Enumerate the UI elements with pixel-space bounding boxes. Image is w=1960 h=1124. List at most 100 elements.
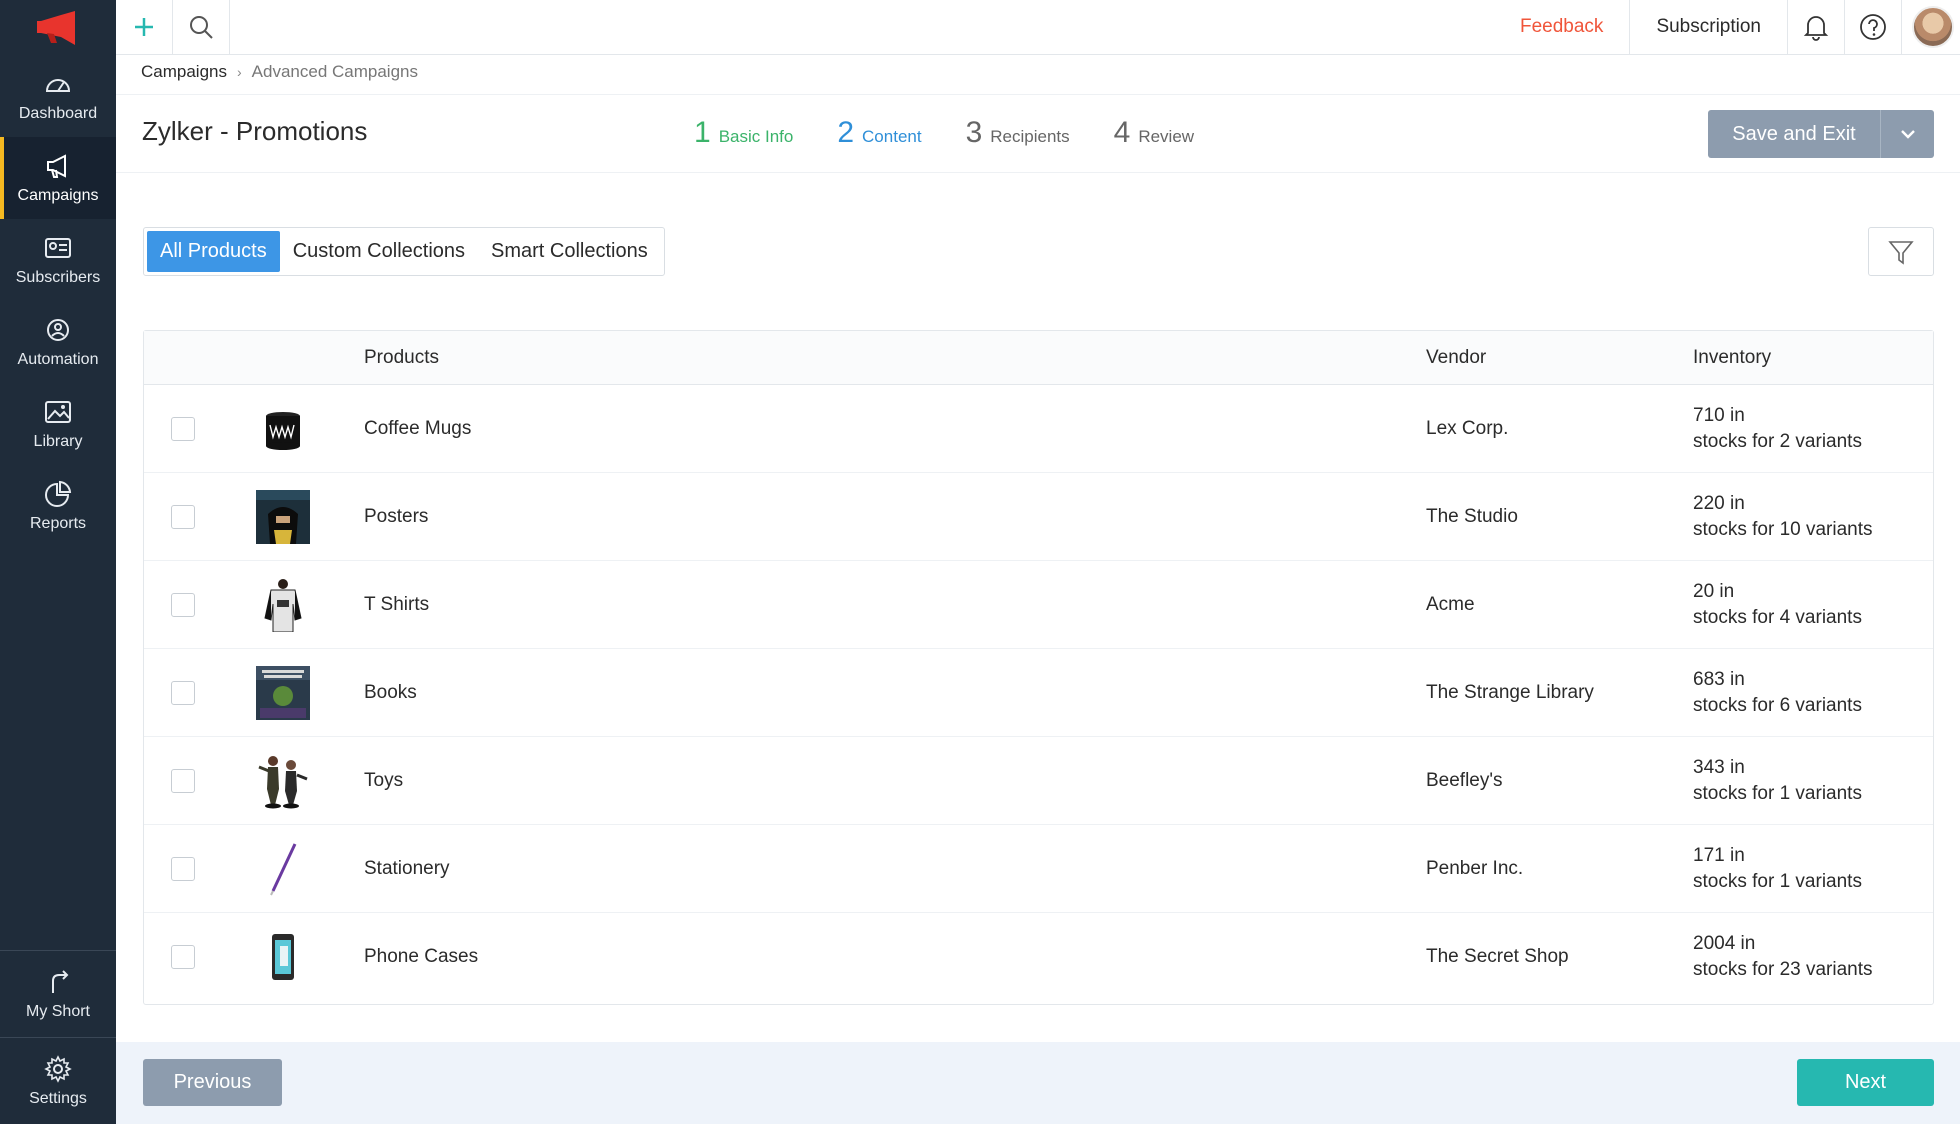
column-header-vendor: Vendor — [1426, 346, 1487, 368]
previous-button[interactable]: Previous — [143, 1059, 282, 1106]
next-button[interactable]: Next — [1797, 1059, 1934, 1106]
contact-card-icon — [45, 238, 71, 258]
check-cell — [144, 768, 209, 793]
sidebar-item-subscribers[interactable]: Subscribers — [0, 219, 116, 301]
column-header-products: Products — [364, 346, 439, 368]
product-name: Posters — [364, 505, 429, 527]
step-recipients[interactable]: 3 Recipients — [966, 116, 1070, 150]
divider — [116, 172, 1960, 173]
step-review[interactable]: 4 Review — [1114, 116, 1194, 150]
sidebar-bottom: My Short Settings — [0, 950, 116, 1124]
inventory-count: 343 in — [1693, 756, 1745, 778]
product-thumbnail-tshirt — [255, 577, 311, 633]
product-name: Books — [364, 681, 417, 703]
products-table: Products Vendor Inventory Coffee Mugs Le… — [143, 330, 1934, 1005]
search-icon — [190, 16, 213, 39]
check-cell — [144, 416, 209, 441]
table-row[interactable]: Posters The Studio 220 in stocks for 10 v… — [144, 473, 1933, 561]
sidebar-item-campaigns[interactable]: Campaigns — [0, 137, 116, 219]
step-basic-info[interactable]: 1 Basic Info — [694, 116, 793, 150]
table-row[interactable]: Phone Cases The Secret Shop 2004 in stock… — [144, 913, 1933, 1001]
row-checkbox[interactable] — [170, 768, 195, 793]
product-thumbnail-book — [255, 665, 311, 721]
breadcrumb-campaigns[interactable]: Campaigns — [141, 62, 227, 82]
inventory-cell: 683 in stocks for 6 variants — [1693, 667, 1933, 719]
tab-all-products[interactable]: All Products — [147, 231, 280, 272]
vendor-name: Lex Corp. — [1426, 417, 1509, 439]
image-cell — [209, 665, 356, 721]
row-checkbox[interactable] — [170, 504, 195, 529]
save-and-exit-button-group: Save and Exit — [1708, 110, 1934, 158]
row-checkbox[interactable] — [170, 856, 195, 881]
check-cell — [144, 592, 209, 617]
inventory-variants: stocks for 23 variants — [1693, 959, 1873, 980]
table-row[interactable]: Books The Strange Library 683 in stocks f… — [144, 649, 1933, 737]
check-cell — [144, 856, 209, 881]
avatar[interactable] — [1912, 6, 1954, 48]
save-options-dropdown[interactable] — [1880, 110, 1934, 158]
step-label: Basic Info — [718, 127, 794, 146]
save-and-exit-button[interactable]: Save and Exit — [1708, 110, 1880, 158]
step-label: Review — [1138, 127, 1195, 146]
step-content[interactable]: 2 Content — [837, 116, 921, 150]
row-checkbox[interactable] — [170, 945, 195, 969]
megaphone-icon — [47, 154, 66, 178]
inventory-variants: stocks for 1 variants — [1693, 782, 1862, 804]
filter-button[interactable] — [1868, 227, 1934, 276]
inventory-cell: 710 in stocks for 2 variants — [1693, 403, 1933, 455]
step-number: 3 — [965, 116, 983, 149]
plus-icon — [135, 18, 153, 36]
sidebar-item-reports[interactable]: Reports — [0, 465, 116, 547]
automation-icon — [47, 319, 69, 341]
check-cell — [144, 680, 209, 705]
column-header-inventory: Inventory — [1693, 346, 1772, 368]
sidebar: Dashboard Campaigns Subscribers Automati… — [0, 0, 116, 1124]
tab-custom-collections[interactable]: Custom Collections — [280, 231, 478, 272]
row-checkbox[interactable] — [170, 680, 195, 705]
inventory-variants: stocks for 4 variants — [1693, 606, 1862, 628]
sidebar-item-my-short[interactable]: My Short — [0, 951, 116, 1037]
inventory-variants: stocks for 10 variants — [1693, 518, 1873, 540]
pie-chart-icon — [45, 480, 72, 507]
shortcut-icon — [52, 970, 69, 993]
collection-tabs: All Products Custom Collections Smart Co… — [143, 227, 665, 276]
table-row[interactable]: Stationery Penber Inc. 171 in stocks for … — [144, 825, 1933, 913]
table-row[interactable]: Coffee Mugs Lex Corp. 710 in stocks for 2… — [144, 385, 1933, 473]
product-name: Coffee Mugs — [364, 417, 472, 439]
vendor-name: Penber Inc. — [1426, 857, 1524, 879]
sidebar-item-settings[interactable]: Settings — [0, 1038, 116, 1124]
table-row[interactable]: T Shirts Acme 20 in stocks for 4 variants — [144, 561, 1933, 649]
sidebar-item-label: Subscribers — [15, 269, 101, 286]
image-cell — [209, 841, 356, 897]
sidebar-item-automation[interactable]: Automation — [0, 301, 116, 383]
feedback-link[interactable]: Feedback — [1494, 0, 1631, 55]
vendor-name: The Studio — [1426, 505, 1518, 527]
vendor-name: The Secret Shop — [1426, 946, 1569, 967]
step-label: Recipients — [990, 127, 1070, 146]
check-cell — [144, 504, 209, 529]
check-cell — [144, 945, 209, 969]
chevron-right-icon: › — [237, 64, 242, 80]
help-button[interactable] — [1845, 0, 1902, 55]
inventory-count: 710 in — [1693, 404, 1745, 426]
breadcrumb-current: Advanced Campaigns — [251, 62, 418, 81]
product-thumbnail-phone-case — [255, 929, 311, 985]
sidebar-item-label: Reports — [29, 515, 87, 532]
product-thumbnail-pen — [255, 841, 311, 897]
inventory-cell: 171 in stocks for 1 variants — [1693, 843, 1933, 895]
row-checkbox[interactable] — [170, 416, 195, 441]
subscription-link[interactable]: Subscription — [1630, 0, 1788, 55]
sidebar-item-library[interactable]: Library — [0, 383, 116, 465]
add-button[interactable] — [116, 0, 173, 55]
image-cell — [209, 401, 356, 457]
search-button[interactable] — [173, 0, 230, 55]
row-checkbox[interactable] — [170, 592, 195, 617]
table-row[interactable]: Toys Beefley's 343 in stocks for 1 varian… — [144, 737, 1933, 825]
sidebar-item-dashboard[interactable]: Dashboard — [0, 55, 116, 137]
product-name: Phone Cases — [364, 946, 479, 967]
filter-icon — [1888, 240, 1914, 265]
tab-smart-collections[interactable]: Smart Collections — [478, 231, 661, 272]
notifications-button[interactable] — [1788, 0, 1845, 55]
inventory-count: 2004 in — [1693, 933, 1756, 954]
app-logo[interactable] — [0, 0, 116, 55]
